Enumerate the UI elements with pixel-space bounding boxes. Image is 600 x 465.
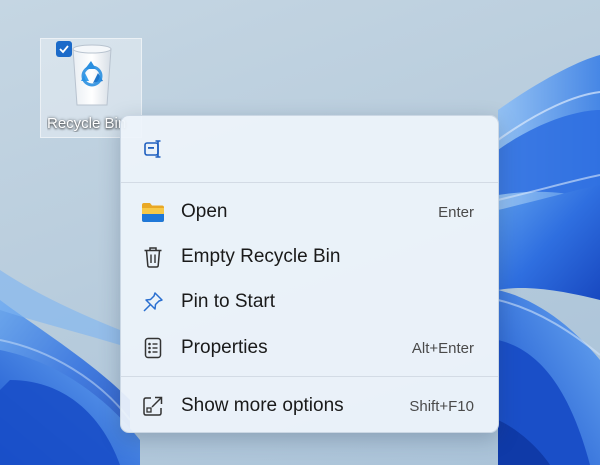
context-menu: Open Enter Empty Recycle Bin Pin to Star… [120, 115, 499, 433]
rename-icon [144, 140, 161, 158]
menu-item-shortcut: Shift+F10 [409, 398, 474, 415]
pin-icon [141, 290, 165, 314]
menu-item-label: Pin to Start [181, 291, 275, 312]
menu-item-open[interactable]: Open Enter [125, 192, 494, 232]
menu-separator [121, 182, 498, 183]
context-menu-top-actions [121, 116, 498, 182]
menu-item-empty-recycle-bin[interactable]: Empty Recycle Bin [125, 237, 494, 277]
menu-item-label: Properties [181, 337, 268, 358]
folder-icon [141, 200, 165, 224]
menu-item-show-more-options[interactable]: Show more options Shift+F10 [125, 386, 494, 426]
menu-item-properties[interactable]: Properties Alt+Enter [125, 328, 494, 368]
menu-item-label: Show more options [181, 395, 344, 416]
menu-item-pin-to-start[interactable]: Pin to Start [125, 282, 494, 322]
menu-separator [121, 376, 498, 377]
properties-icon [141, 336, 165, 360]
menu-item-shortcut: Enter [438, 204, 474, 221]
menu-item-shortcut: Alt+Enter [411, 340, 474, 357]
menu-item-label: Open [181, 201, 228, 222]
menu-item-label: Empty Recycle Bin [181, 246, 341, 267]
show-more-icon [141, 394, 165, 418]
trash-icon [141, 245, 165, 269]
recycle-bin-icon [69, 43, 115, 114]
rename-button[interactable] [139, 134, 169, 164]
